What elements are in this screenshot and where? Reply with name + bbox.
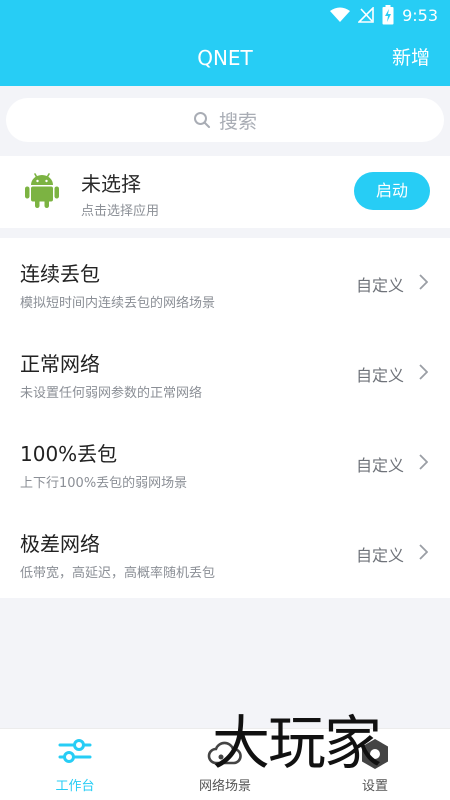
status-icons: 9:53 xyxy=(330,4,438,26)
wifi-icon xyxy=(330,7,351,22)
scene-description: 低带宽，高延迟，高概率随机丢包 xyxy=(20,566,216,581)
scene-item[interactable]: 极差网络 低带宽，高延迟，高概率随机丢包 自定义 xyxy=(0,508,450,598)
android-icon xyxy=(25,173,59,208)
scene-list: 连续丢包 模拟短时间内连续丢包的网络场景 自定义 正常网络 未设置任何弱网参数的… xyxy=(0,238,450,598)
nav-label: 工作台 xyxy=(55,779,95,794)
scene-description: 模拟短时间内连续丢包的网络场景 xyxy=(20,296,216,311)
battery-charging-icon xyxy=(382,5,394,25)
scene-title: 极差网络 xyxy=(20,532,100,556)
start-button[interactable]: 启动 xyxy=(354,172,430,210)
chevron-right-icon xyxy=(419,454,428,470)
scene-description: 未设置任何弱网参数的正常网络 xyxy=(20,386,203,401)
scene-custom-button[interactable]: 自定义 xyxy=(356,542,404,566)
search-placeholder: 搜索 xyxy=(218,110,257,133)
chevron-right-icon xyxy=(419,364,428,380)
app-select-title: 未选择 xyxy=(81,172,141,196)
nav-workbench[interactable]: 工作台 xyxy=(0,729,150,800)
status-time: 9:53 xyxy=(402,5,438,25)
scene-custom-button[interactable]: 自定义 xyxy=(356,272,404,296)
search-input[interactable]: 搜索 xyxy=(6,98,444,142)
chevron-right-icon xyxy=(419,544,428,560)
scene-title: 100%丢包 xyxy=(20,442,118,466)
scene-custom-button[interactable]: 自定义 xyxy=(356,452,404,476)
sliders-icon xyxy=(58,739,92,763)
chevron-right-icon xyxy=(419,274,428,290)
app-select-subtitle: 点击选择应用 xyxy=(81,204,160,219)
app-select-row[interactable]: 未选择 点击选择应用 启动 xyxy=(0,156,450,228)
add-new-button[interactable]: 新增 xyxy=(392,30,430,86)
app-bar: QNET 新增 xyxy=(0,30,450,86)
scene-item[interactable]: 连续丢包 模拟短时间内连续丢包的网络场景 自定义 xyxy=(0,238,450,328)
search-section: 搜索 xyxy=(0,86,450,154)
scene-item[interactable]: 100%丢包 上下行100%丢包的弱网场景 自定义 xyxy=(0,418,450,508)
scene-custom-button[interactable]: 自定义 xyxy=(356,362,404,386)
scene-title: 正常网络 xyxy=(20,352,100,376)
app-title: QNET xyxy=(197,46,253,70)
no-signal-icon xyxy=(358,7,374,23)
status-bar: 9:53 xyxy=(0,0,450,30)
scene-description: 上下行100%丢包的弱网场景 xyxy=(20,476,188,491)
scene-title: 连续丢包 xyxy=(20,262,100,286)
search-icon xyxy=(193,112,210,128)
scene-item[interactable]: 正常网络 未设置任何弱网参数的正常网络 自定义 xyxy=(0,328,450,418)
watermark: 大玩家 xyxy=(212,709,382,777)
